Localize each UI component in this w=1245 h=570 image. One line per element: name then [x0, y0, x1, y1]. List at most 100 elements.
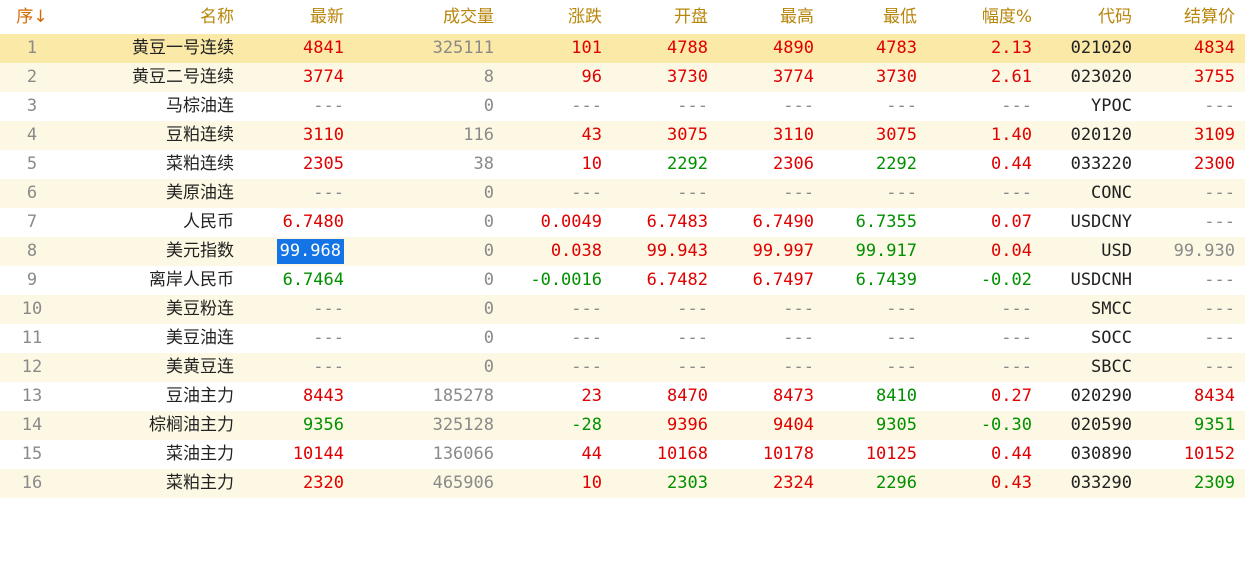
table-row[interactable]: 15 菜油主力 10144 136066 44 10168 10178 10125 0.44 03…	[0, 440, 1245, 469]
cell-change: -0.0016	[530, 270, 602, 290]
cell-open: ---	[677, 357, 708, 377]
cell-volume: 116	[463, 125, 494, 145]
table-row[interactable]: 3 马棕油连 --- 0 --- --- --- --- --- YPOC ---	[0, 92, 1245, 121]
cell-settle: 4834	[1194, 38, 1235, 58]
column-header-code[interactable]: 代码	[1042, 0, 1142, 34]
cell-settle: 8434	[1194, 386, 1235, 406]
cell-code: 030890	[1070, 444, 1132, 464]
cell-volume: 136066	[432, 444, 494, 464]
column-header-settle[interactable]: 结算价	[1142, 0, 1245, 34]
table-row[interactable]: 12 美黄豆连 --- 0 --- --- --- --- --- SBCC ---	[0, 353, 1245, 382]
cell-last: ---	[313, 357, 344, 377]
cell-index: 13	[21, 386, 43, 406]
column-header-volume[interactable]: 成交量	[354, 0, 504, 34]
cell-last: ---	[313, 299, 344, 319]
column-header-index[interactable]: 序↓	[0, 0, 64, 34]
cell-change: 44	[581, 444, 602, 464]
table-row[interactable]: 14 棕榈油主力 9356 325128 -28 9396 9404 9305 -0.30 020…	[0, 411, 1245, 440]
cell-pct: ---	[1001, 299, 1032, 319]
table-row[interactable]: 5 菜粕连续 2305 38 10 2292 2306 2292 0.44 033220 2300	[0, 150, 1245, 179]
cell-settle: 2309	[1194, 473, 1235, 493]
table-header: 序↓ 名称 最新 成交量 涨跌 开盘 最高 最低 幅度% 代码 结算价	[0, 0, 1245, 34]
column-header-pct[interactable]: 幅度%	[927, 0, 1042, 34]
cell-high: ---	[783, 96, 814, 116]
cell-low: 4783	[876, 38, 917, 58]
table-row[interactable]: 7 人民币 6.7480 0 0.0049 6.7483 6.7490 6.7355 0.07 U…	[0, 208, 1245, 237]
cell-volume: 0	[483, 357, 494, 377]
cell-last: 2320	[303, 473, 344, 493]
cell-index: 6	[26, 183, 38, 203]
cell-volume: 325111	[432, 38, 494, 58]
cell-name: 菜粕主力	[166, 473, 234, 493]
cell-index: 7	[26, 212, 38, 232]
cell-pct: 0.43	[991, 473, 1032, 493]
cell-high: ---	[783, 299, 814, 319]
table-row[interactable]: 6 美原油连 --- 0 --- --- --- --- --- CONC ---	[0, 179, 1245, 208]
table-row[interactable]: 13 豆油主力 8443 185278 23 8470 8473 8410 0.27 020290…	[0, 382, 1245, 411]
table-row[interactable]: 8 美元指数 99.968 0 0.038 99.943 99.997 99.917 0.04 U…	[0, 237, 1245, 266]
table-row[interactable]: 1 黄豆一号连续 4841 325111 101 4788 4890 4783 2.13 0210…	[0, 34, 1245, 63]
cell-code: CONC	[1091, 183, 1132, 203]
cell-code: USDCNH	[1070, 270, 1132, 290]
column-header-high[interactable]: 最高	[718, 0, 824, 34]
cell-index: 8	[26, 241, 38, 261]
cell-open: 3730	[667, 67, 708, 87]
cell-name: 人民币	[183, 212, 234, 232]
cell-code: 033290	[1070, 473, 1132, 493]
cell-high: 8473	[773, 386, 814, 406]
cell-code: 033220	[1070, 154, 1132, 174]
cell-change: -28	[571, 415, 602, 435]
cell-change: ---	[571, 96, 602, 116]
cell-name: 豆油主力	[166, 386, 234, 406]
cell-change: ---	[571, 299, 602, 319]
cell-volume: 325128	[432, 415, 494, 435]
cell-last: 3110	[303, 125, 344, 145]
table-row[interactable]: 9 离岸人民币 6.7464 0 -0.0016 6.7482 6.7497 6.7439 -0…	[0, 266, 1245, 295]
column-header-low[interactable]: 最低	[824, 0, 927, 34]
cell-open: 6.7482	[646, 270, 708, 290]
cell-low: 10125	[865, 444, 917, 464]
cell-low: 6.7355	[855, 212, 917, 232]
cell-settle: ---	[1204, 357, 1235, 377]
cell-high: ---	[783, 328, 814, 348]
cell-name: 棕榈油主力	[149, 415, 234, 435]
cell-open: ---	[677, 328, 708, 348]
column-header-name[interactable]: 名称	[64, 0, 244, 34]
cell-name: 美元指数	[166, 241, 234, 261]
cell-code: SOCC	[1091, 328, 1132, 348]
cell-change: 43	[581, 125, 602, 145]
cell-low: 99.917	[855, 241, 917, 261]
column-header-last[interactable]: 最新	[244, 0, 354, 34]
cell-pct: 1.40	[991, 125, 1032, 145]
quote-table: 序↓ 名称 最新 成交量 涨跌 开盘 最高 最低 幅度% 代码 结算价 1 黄豆一号连续 4841 325…	[0, 0, 1245, 498]
column-header-change[interactable]: 涨跌	[504, 0, 612, 34]
cell-low: 9305	[876, 415, 917, 435]
cell-change: ---	[571, 183, 602, 203]
cell-last: 2305	[303, 154, 344, 174]
cell-last: ---	[313, 183, 344, 203]
cell-high: 3774	[773, 67, 814, 87]
table-row[interactable]: 16 菜粕主力 2320 465906 10 2303 2324 2296 0.43 033290…	[0, 469, 1245, 498]
cell-low: ---	[886, 183, 917, 203]
cell-name: 黄豆一号连续	[132, 38, 234, 58]
cell-last: 9356	[303, 415, 344, 435]
cell-settle: ---	[1204, 270, 1235, 290]
table-row[interactable]: 4 豆粕连续 3110 116 43 3075 3110 3075 1.40 020120 3109	[0, 121, 1245, 150]
cell-volume: 0	[483, 212, 494, 232]
cell-last: 6.7464	[282, 270, 344, 290]
cell-high: 6.7490	[752, 212, 814, 232]
cell-index: 9	[26, 270, 38, 290]
cell-high: ---	[783, 183, 814, 203]
cell-high: 2306	[773, 154, 814, 174]
selected-cell-highlight[interactable]: 99.968	[276, 239, 344, 264]
table-row[interactable]: 11 美豆油连 --- 0 --- --- --- --- --- SOCC ---	[0, 324, 1245, 353]
cell-open: ---	[677, 96, 708, 116]
table-row[interactable]: 10 美豆粉连 --- 0 --- --- --- --- --- SMCC ---	[0, 295, 1245, 324]
column-header-open[interactable]: 开盘	[612, 0, 718, 34]
cell-last: 10144	[292, 444, 344, 464]
cell-pct: 0.27	[991, 386, 1032, 406]
cell-open: 6.7483	[646, 212, 708, 232]
cell-code: 020290	[1070, 386, 1132, 406]
cell-last: 99.968	[244, 237, 354, 266]
table-row[interactable]: 2 黄豆二号连续 3774 8 96 3730 3774 3730 2.61 023020 3755	[0, 63, 1245, 92]
